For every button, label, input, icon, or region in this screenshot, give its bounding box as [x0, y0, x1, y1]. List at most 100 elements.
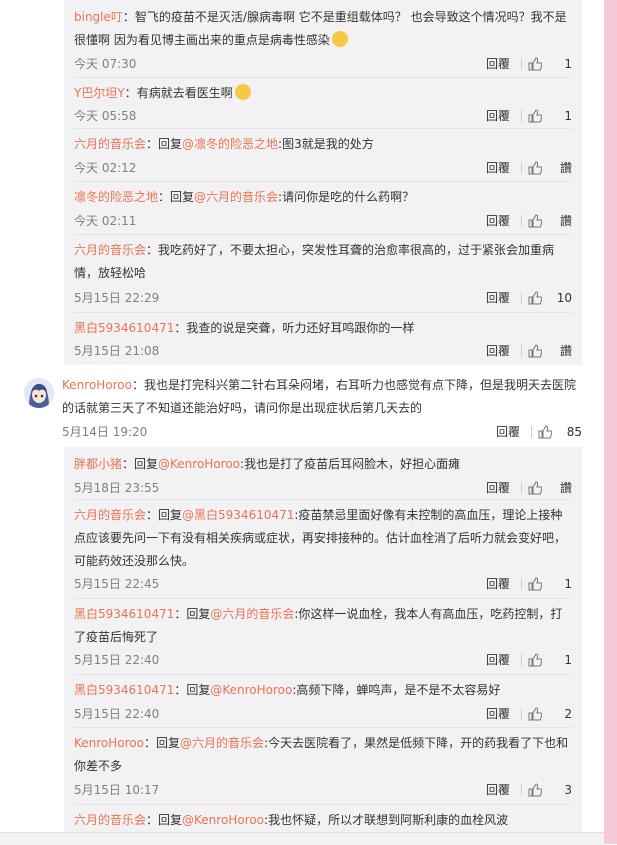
- like-button[interactable]: 1: [528, 54, 572, 74]
- reply-separator: ：回复: [144, 736, 181, 750]
- like-button[interactable]: 讚: [528, 211, 572, 231]
- like-count: 讚: [559, 344, 572, 358]
- reply-username[interactable]: bingle叮: [74, 10, 123, 24]
- reply-item: 六月的音乐会：回复@黑白5934610471:疫苗禁忌里面好像有未控制的高血压，…: [74, 500, 572, 599]
- reply-mention[interactable]: @六月的音乐会: [194, 190, 278, 204]
- page-side-strip: [604, 0, 617, 844]
- like-button[interactable]: 10: [528, 288, 572, 308]
- reply-button[interactable]: 回覆: [496, 422, 520, 442]
- like-button[interactable]: 1: [528, 574, 572, 594]
- reply-button[interactable]: 回覆: [486, 574, 510, 594]
- reply-username[interactable]: Y巴尔坦Y: [74, 86, 125, 100]
- reply-button[interactable]: 回覆: [486, 288, 510, 308]
- reply-mention[interactable]: @KenroHoroo: [210, 683, 292, 697]
- reply-text: :我也怀疑，所以才联想到阿斯利康的血栓风波: [264, 813, 509, 827]
- emoji-icon: [234, 84, 251, 100]
- reply-item: bingle叮：智飞的疫苗不是灭活/腺病毒啊 它不是重组载体吗？ 也会导致这个情…: [74, 6, 572, 78]
- divider: [531, 426, 532, 438]
- divider: [521, 482, 522, 494]
- reply-username[interactable]: 凛冬的险恶之地: [74, 190, 158, 204]
- like-count: 1: [564, 577, 572, 591]
- reply-thread-top: bingle叮：智飞的疫苗不是灭活/腺病毒啊 它不是重组载体吗？ 也会导致这个情…: [64, 0, 582, 365]
- reply-text: 有病就去看医生啊: [136, 86, 233, 100]
- reply-mention[interactable]: @凛冬的险恶之地: [182, 137, 278, 151]
- like-button[interactable]: 讚: [528, 158, 572, 178]
- thumbs-up-icon: [538, 425, 552, 439]
- reply-username[interactable]: 胖都小猪: [74, 457, 122, 471]
- reply-text: :高频下降，蝉鸣声，是不是不太容易好: [292, 683, 501, 697]
- thumbs-up-icon: [528, 214, 542, 228]
- avatar[interactable]: [24, 378, 54, 408]
- divider: [521, 784, 522, 796]
- like-button[interactable]: 讚: [528, 478, 572, 498]
- divider: [521, 215, 522, 227]
- divider: [521, 292, 522, 304]
- reply-time: 5月15日 22:40: [74, 653, 160, 667]
- horizontal-scrollbar[interactable]: [0, 832, 604, 845]
- thumbs-up-icon: [528, 653, 542, 667]
- thumbs-up-icon: [528, 577, 542, 591]
- reply-time: 5月15日 22:45: [74, 577, 160, 591]
- reply-item: 凛冬的险恶之地：回复@六月的音乐会:请问你是吃的什么药啊？ 今天 02:11 回…: [74, 182, 572, 235]
- reply-text: :图3就是我的处方: [278, 137, 374, 151]
- like-button[interactable]: 3: [528, 780, 572, 800]
- like-count: 85: [566, 425, 582, 439]
- reply-button[interactable]: 回覆: [486, 478, 510, 498]
- divider: [521, 345, 522, 357]
- reply-time: 5月15日 22:29: [74, 291, 160, 305]
- reply-button[interactable]: 回覆: [486, 650, 510, 670]
- like-button[interactable]: 1: [528, 650, 572, 670]
- like-count: 1: [564, 109, 572, 123]
- reply-username[interactable]: 黑白5934610471: [74, 607, 174, 621]
- reply-mention[interactable]: @黑白5934610471: [182, 508, 294, 522]
- reply-mention[interactable]: @KenroHoroo: [158, 457, 240, 471]
- divider: [521, 162, 522, 174]
- thumbs-up-icon: [528, 161, 542, 175]
- reply-button[interactable]: 回覆: [486, 704, 510, 724]
- reply-username[interactable]: 六月的音乐会: [74, 508, 146, 522]
- like-count: 讚: [559, 481, 572, 495]
- reply-username[interactable]: KenroHoroo: [74, 736, 144, 750]
- divider: [521, 110, 522, 122]
- reply-username[interactable]: 黑白5934610471: [74, 683, 174, 697]
- reply-time: 5月15日 22:40: [74, 707, 160, 721]
- comment-item: KenroHoroo：我也是打完科兴第二针右耳朵闷堵，右耳听力也感觉有点下降，但…: [0, 370, 604, 445]
- reply-mention[interactable]: @KenroHoroo: [182, 813, 264, 827]
- reply-button[interactable]: 回覆: [486, 341, 510, 361]
- like-count: 讚: [559, 214, 572, 228]
- reply-mention[interactable]: @六月的音乐会: [180, 736, 264, 750]
- divider: [521, 654, 522, 666]
- like-button[interactable]: 85: [538, 422, 582, 442]
- reply-mention[interactable]: @六月的音乐会: [210, 607, 294, 621]
- emoji-icon: [331, 31, 348, 47]
- reply-separator: ：: [146, 243, 159, 257]
- like-count: 10: [556, 291, 572, 305]
- reply-button[interactable]: 回覆: [486, 158, 510, 178]
- reply-separator: ：回复: [122, 457, 159, 471]
- divider: [521, 578, 522, 590]
- reply-username[interactable]: 六月的音乐会: [74, 137, 146, 151]
- reply-button[interactable]: 回覆: [486, 211, 510, 231]
- reply-separator: ：回复: [146, 137, 183, 151]
- reply-username[interactable]: 六月的音乐会: [74, 813, 146, 827]
- like-button[interactable]: 2: [528, 704, 572, 724]
- reply-button[interactable]: 回覆: [486, 780, 510, 800]
- like-button[interactable]: 1: [528, 106, 572, 126]
- reply-button[interactable]: 回覆: [486, 54, 510, 74]
- thumbs-up-icon: [528, 783, 542, 797]
- like-count: 2: [564, 707, 572, 721]
- thumbs-up-icon: [528, 481, 542, 495]
- reply-separator: ：: [124, 86, 137, 100]
- comment-username[interactable]: KenroHoroo: [62, 378, 132, 392]
- reply-username[interactable]: 黑白5934610471: [74, 321, 174, 335]
- reply-separator: ：回复: [174, 607, 211, 621]
- reply-separator: ：: [122, 10, 135, 24]
- reply-text: :我也是打了疫苗后耳闷脸木，好担心面瘫: [240, 457, 461, 471]
- like-button[interactable]: 讚: [528, 341, 572, 361]
- thumbs-up-icon: [528, 344, 542, 358]
- reply-button[interactable]: 回覆: [486, 106, 510, 126]
- reply-username[interactable]: 六月的音乐会: [74, 243, 146, 257]
- reply-time: 今天 02:12: [74, 161, 137, 175]
- like-count: 3: [564, 783, 572, 797]
- reply-item: KenroHoroo：回复@六月的音乐会:今天去医院看了，果然是低频下降，开的药…: [74, 728, 572, 805]
